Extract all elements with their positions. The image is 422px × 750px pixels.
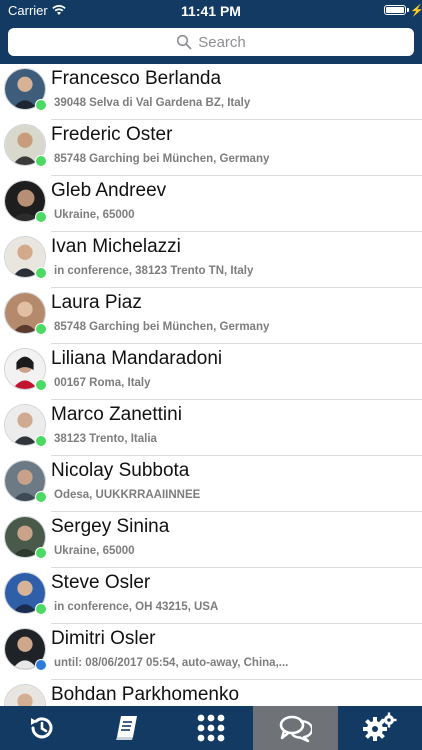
contact-row[interactable]: Laura Piaz 85748 Garching bei München, G… bbox=[0, 288, 422, 344]
presence-online-indicator bbox=[35, 603, 47, 615]
charging-icon: ⚡ bbox=[410, 5, 422, 17]
contact-name: Dimitri Osler bbox=[51, 628, 156, 649]
avatar-container bbox=[4, 292, 47, 335]
presence-online-indicator bbox=[35, 99, 47, 111]
contact-detail: 85748 Garching bei München, Germany bbox=[54, 153, 270, 165]
contact-name: Francesco Berlanda bbox=[51, 68, 222, 89]
tab-address-book[interactable] bbox=[84, 706, 168, 750]
avatar-container bbox=[4, 236, 47, 279]
tab-chats[interactable] bbox=[253, 706, 338, 750]
clock: 11:41 PM bbox=[181, 3, 241, 19]
presence-online-indicator bbox=[35, 155, 47, 167]
avatar-container bbox=[4, 404, 47, 447]
contact-row[interactable]: Bohdan Parkhomenko bbox=[0, 680, 422, 706]
gears-icon bbox=[362, 712, 397, 741]
avatar-container bbox=[4, 572, 47, 615]
search-placeholder: Search bbox=[198, 33, 246, 51]
contact-row[interactable]: Francesco Berlanda 39048 Selva di Val Ga… bbox=[0, 64, 422, 120]
contact-row[interactable]: Ivan Michelazzi in conference, 38123 Tre… bbox=[0, 232, 422, 288]
battery-icon bbox=[384, 5, 406, 15]
search-field[interactable]: Search bbox=[8, 28, 414, 56]
avatar-container bbox=[4, 516, 47, 559]
battery-cap bbox=[407, 8, 409, 12]
presence-online-indicator bbox=[35, 547, 47, 559]
contact-detail: Odesa, UUKKRRAAIINNEE bbox=[54, 489, 201, 501]
presence-online-indicator bbox=[35, 267, 47, 279]
avatar-container bbox=[4, 460, 47, 503]
avatar-container bbox=[4, 684, 46, 706]
tab-history[interactable] bbox=[0, 706, 84, 750]
contact-row[interactable]: Nicolay Subbota Odesa, UUKKRRAAIINNEE bbox=[0, 456, 422, 512]
avatar-container bbox=[4, 124, 47, 167]
presence-online-indicator bbox=[35, 211, 47, 223]
contact-row[interactable]: Steve Osler in conference, OH 43215, USA bbox=[0, 568, 422, 624]
contact-detail: in conference, 38123 Trento TN, Italy bbox=[54, 265, 254, 277]
contact-list[interactable]: Francesco Berlanda 39048 Selva di Val Ga… bbox=[0, 64, 422, 706]
chat-bubbles-icon bbox=[280, 715, 313, 743]
contact-row[interactable]: Sergey Sinina Ukraine, 65000 bbox=[0, 512, 422, 568]
contact-name: Liliana Mandaradoni bbox=[51, 348, 223, 369]
contact-row[interactable]: Dimitri Osler until: 08/06/2017 05:54, a… bbox=[0, 624, 422, 680]
contact-name: Laura Piaz bbox=[51, 292, 142, 313]
avatar-container bbox=[4, 68, 47, 111]
contact-detail: Ukraine, 65000 bbox=[54, 545, 135, 557]
contact-name: Marco Zanettini bbox=[51, 404, 182, 425]
contact-name: Frederic Oster bbox=[51, 124, 173, 145]
avatar-container bbox=[4, 180, 47, 223]
contact-row[interactable]: Frederic Oster 85748 Garching bei Münche… bbox=[0, 120, 422, 176]
presence-online-indicator bbox=[35, 491, 47, 503]
status-bar: Carrier 11:41 PM ⚡ bbox=[0, 0, 422, 22]
navigation-header: Carrier 11:41 PM ⚡ Search bbox=[0, 0, 422, 64]
search-icon bbox=[177, 34, 192, 50]
contact-detail: 00167 Roma, Italy bbox=[54, 377, 151, 389]
contact-detail: 38123 Trento, Italia bbox=[54, 433, 157, 445]
contact-row[interactable]: Marco Zanettini 38123 Trento, Italia bbox=[0, 400, 422, 456]
contact-detail: Ukraine, 65000 bbox=[54, 209, 135, 221]
contact-detail: 39048 Selva di Val Gardena BZ, Italy bbox=[54, 97, 251, 109]
keypad-icon bbox=[197, 714, 225, 742]
contact-name: Gleb Andreev bbox=[51, 180, 167, 201]
avatar-container bbox=[4, 348, 47, 391]
contact-detail: until: 08/06/2017 05:54, auto-away, Chin… bbox=[54, 657, 289, 669]
tab-bar bbox=[0, 706, 422, 750]
presence-away-indicator bbox=[35, 659, 47, 671]
contact-row[interactable]: Liliana Mandaradoni 00167 Roma, Italy bbox=[0, 344, 422, 400]
contact-row[interactable]: Gleb Andreev Ukraine, 65000 bbox=[0, 176, 422, 232]
presence-online-indicator bbox=[35, 435, 47, 447]
contact-name: Steve Osler bbox=[51, 572, 151, 593]
presence-online-indicator bbox=[35, 323, 47, 335]
contact-name: Nicolay Subbota bbox=[51, 460, 190, 481]
contact-name: Bohdan Parkhomenko bbox=[51, 684, 240, 705]
contact-name: Sergey Sinina bbox=[51, 516, 170, 537]
avatar bbox=[4, 684, 46, 706]
avatar-container bbox=[4, 628, 47, 671]
contact-detail: 85748 Garching bei München, Germany bbox=[54, 321, 270, 333]
contact-name: Ivan Michelazzi bbox=[51, 236, 181, 257]
tab-keypad[interactable] bbox=[169, 706, 253, 750]
history-icon bbox=[31, 717, 53, 739]
tab-settings[interactable] bbox=[338, 706, 422, 750]
contact-detail: in conference, OH 43215, USA bbox=[54, 601, 219, 613]
address-book-icon bbox=[115, 716, 137, 740]
presence-online-indicator bbox=[35, 379, 47, 391]
